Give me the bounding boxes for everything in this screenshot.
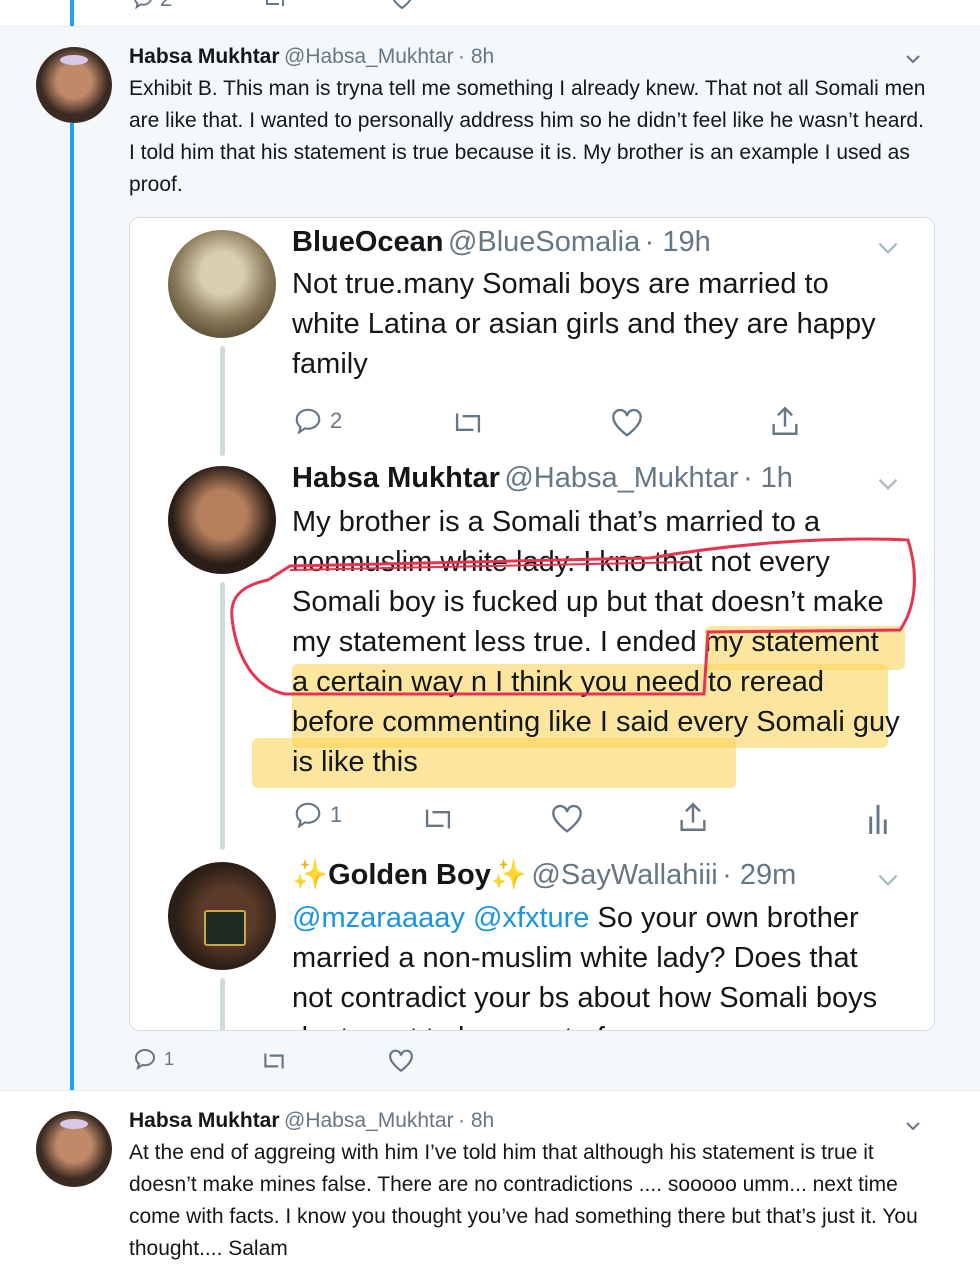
timestamp[interactable]: · 8h	[458, 1109, 494, 1132]
timestamp[interactable]: · 8h	[458, 45, 494, 68]
embed-handle: @SayWallahiii	[531, 859, 718, 891]
chevron-down-icon[interactable]	[906, 1119, 920, 1133]
embed-text: @mzaraaaay @xfxture So your own brother …	[292, 898, 902, 1030]
author-handle[interactable]: @Habsa_Mukhtar	[284, 45, 454, 68]
thread-connector	[70, 0, 74, 26]
embed-reply: 1	[292, 800, 342, 830]
top-like-icon[interactable]	[390, 0, 414, 10]
top-reply-count: 2	[160, 0, 172, 12]
like-icon	[552, 804, 582, 833]
embed-avatar-goldenboy	[168, 862, 276, 970]
reply-icon	[134, 0, 152, 10]
embed-name: ✨Golden Boy✨	[292, 859, 527, 891]
embed-mention: @xfxture	[472, 902, 590, 934]
retweet-icon	[425, 809, 451, 829]
author-name[interactable]: Habsa Mukhtar	[129, 45, 280, 68]
tweet-text: Exhibit B. This man is tryna tell me som…	[129, 77, 926, 196]
chevron-down-icon[interactable]	[906, 52, 920, 66]
reply-button[interactable]: 1	[132, 1047, 174, 1071]
retweet-icon[interactable]	[260, 1049, 288, 1073]
avatar[interactable]	[36, 1111, 112, 1187]
avatar[interactable]	[36, 47, 112, 123]
like-icon[interactable]	[388, 1049, 414, 1073]
share-icon	[680, 802, 706, 831]
embed-thread-line	[220, 978, 225, 1030]
embed-mention: @mzaraaaay	[292, 902, 465, 934]
author-name[interactable]: Habsa Mukhtar	[129, 1109, 280, 1132]
reply-icon	[134, 1048, 156, 1071]
embedded-screenshot[interactable]: BlueOcean @BlueSomalia · 19h Not true.ma…	[129, 217, 935, 1031]
embed-chevron-down-icon	[878, 874, 898, 886]
reply-icon	[295, 802, 321, 829]
tweet-text: At the end of aggreing with him I’ve tol…	[129, 1141, 918, 1260]
embed-time: · 29m	[722, 859, 797, 891]
embed-reply-count: 1	[330, 802, 343, 827]
tweet-2[interactable]: Habsa Mukhtar @Habsa_Mukhtar · 8h At the…	[0, 1090, 980, 1269]
top-retweet-icon[interactable]	[262, 0, 288, 10]
tweet-1[interactable]: Habsa Mukhtar @Habsa_Mukhtar · 8h Exhibi…	[0, 26, 980, 1091]
thread-connector	[70, 123, 74, 1091]
analytics-icon	[869, 804, 887, 834]
top-reply-button[interactable]: 2	[132, 0, 172, 12]
previous-tweet-strip: 2	[0, 0, 980, 26]
author-handle[interactable]: @Habsa_Mukhtar	[284, 1109, 454, 1132]
reply-count: 1	[164, 1048, 175, 1069]
